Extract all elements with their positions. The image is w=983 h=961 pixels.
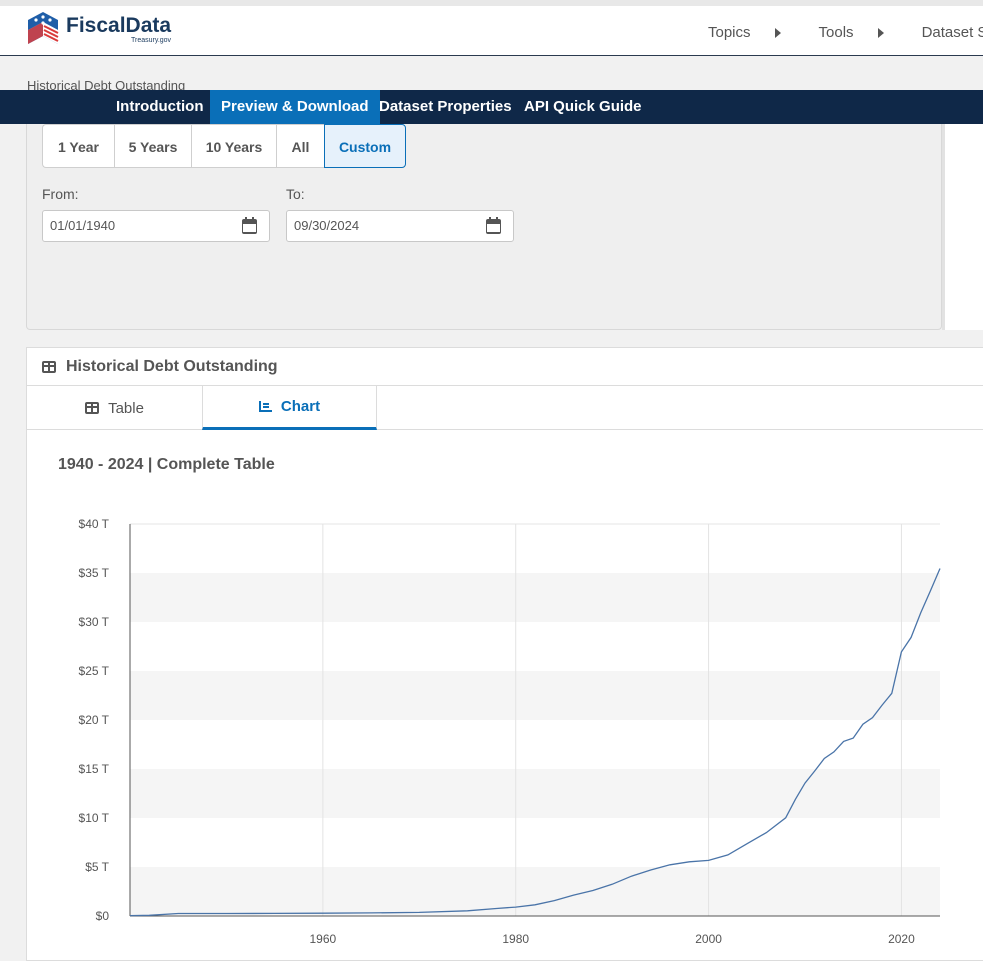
chart-subtitle: 1940 - 2024 | Complete Table (58, 456, 275, 473)
range-custom-button[interactable]: Custom (324, 124, 406, 168)
tab-introduction[interactable]: Introduction (105, 90, 214, 124)
from-date-value: 01/01/1940 (50, 218, 116, 233)
range-5-years-button[interactable]: 5 Years (114, 124, 191, 168)
chart-band (130, 671, 940, 720)
chart-y-tick-labels: $0 $5 T $10 T $15 T $20 T $25 T $30 T $35 T $40 … (79, 517, 110, 923)
table-icon (42, 361, 56, 373)
nav-dataset-search[interactable]: Dataset Se (922, 24, 983, 41)
y-tick-label: $10 T (79, 811, 110, 825)
calendar-icon[interactable] (242, 217, 257, 234)
to-date-value: 09/30/2024 (294, 218, 360, 233)
y-tick-label: $25 T (79, 664, 110, 678)
range-1-year-button[interactable]: 1 Year (42, 124, 114, 168)
caret-right-icon (877, 27, 884, 38)
y-tick-label: $20 T (79, 713, 110, 727)
site-header: FiscalData Treasury.gov Topics Tools Dat… (0, 0, 983, 56)
nav-topics[interactable]: Topics (708, 24, 781, 41)
chart-band (130, 573, 940, 622)
from-label: From: (42, 186, 79, 202)
nav-topics-label: Topics (708, 24, 751, 41)
caret-right-icon (774, 27, 781, 38)
nav-tools-label: Tools (818, 24, 854, 41)
chart-band (130, 818, 940, 867)
y-tick-label: $30 T (79, 615, 110, 629)
tab-chart-label: Chart (280, 398, 321, 415)
view-tabs: Table Chart (27, 386, 983, 430)
calendar-icon[interactable] (486, 217, 501, 234)
filter-side-panel (942, 124, 983, 330)
y-tick-label: $35 T (79, 566, 110, 580)
y-tick-label: $0 (96, 909, 110, 923)
tab-dataset-properties[interactable]: Dataset Properties (368, 90, 523, 124)
chart-band (130, 720, 940, 769)
x-tick-label: 2020 (888, 932, 915, 946)
treasury-logo-icon (28, 12, 59, 44)
fiscaldata-logo[interactable]: FiscalData Treasury.gov (24, 10, 171, 48)
from-date-field[interactable]: 01/01/1940 (42, 210, 270, 242)
y-tick-label: $5 T (85, 860, 109, 874)
chart-icon (258, 401, 272, 412)
y-tick-label: $40 T (79, 517, 110, 531)
chart-band (130, 867, 940, 916)
chart-band (130, 524, 940, 573)
tab-chart[interactable]: Chart (202, 386, 377, 430)
y-tick-label: $15 T (79, 762, 110, 776)
nav-dataset-search-label: Dataset Se (921, 24, 983, 41)
to-date-field[interactable]: 09/30/2024 (286, 210, 514, 242)
chart-x-tick-labels: 1960 1980 2000 2020 (310, 932, 916, 946)
chart-band (130, 622, 940, 671)
table-icon (85, 402, 100, 414)
tab-api-quick-guide[interactable]: API Quick Guide (513, 90, 653, 124)
to-label: To: (286, 186, 305, 202)
chart-band (130, 769, 940, 818)
chart-bands (130, 523, 940, 916)
range-10-years-button[interactable]: 10 Years (191, 124, 276, 168)
debt-line-chart: $0 $5 T $10 T $15 T $20 T $25 T $30 T $35 T $40 … (79, 517, 941, 946)
x-tick-label: 2000 (695, 932, 722, 946)
dataset-nav: Introduction Preview & Download Dataset … (0, 90, 983, 124)
tab-table[interactable]: Table (27, 386, 202, 430)
range-all-button[interactable]: All (276, 124, 324, 168)
card-title: Historical Debt Outstanding (66, 358, 278, 375)
x-tick-label: 1960 (310, 932, 337, 946)
logo-subtitle: Treasury.gov (130, 36, 172, 44)
date-range-buttons: 1 Year 5 Years 10 Years All Custom (42, 124, 406, 168)
tab-table-label: Table (108, 399, 144, 417)
logo-title: FiscalData (66, 13, 172, 37)
x-tick-label: 1980 (502, 932, 529, 946)
tab-preview-download[interactable]: Preview & Download (210, 90, 380, 124)
card-header: Historical Debt Outstanding (27, 348, 983, 386)
top-nav: Topics Tools Dataset Se (708, 24, 983, 41)
nav-tools[interactable]: Tools (819, 24, 884, 41)
